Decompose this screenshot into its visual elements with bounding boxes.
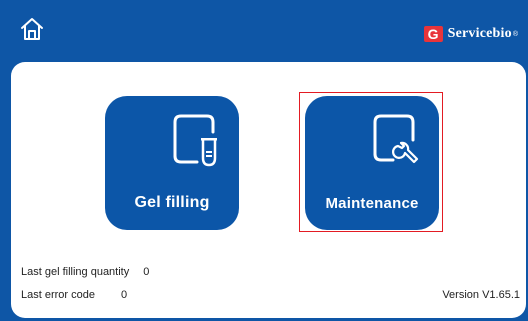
wrench-icon [373,114,419,164]
brand-logo: G Servicebio ® [423,23,518,45]
brand-mark: G [423,26,443,42]
last-gel-filling-value: 0 [143,266,150,278]
gel-filling-label: Gel filling [134,194,210,211]
maintenance-label: Maintenance [325,195,419,212]
top-bar: G Servicebio ® [0,0,528,58]
version-text: Version V1.65.1 [442,289,520,301]
last-gel-filling-label: Last gel filling quantity [21,266,130,278]
home-icon [21,18,43,40]
gel-filling-button[interactable]: Gel filling [105,96,239,230]
main-panel: Gel filling Maintenance Last gel filling… [11,62,526,318]
home-button[interactable] [18,15,46,43]
last-error-row: Last error code 0 [21,289,127,301]
last-error-label: Last error code [21,289,95,301]
gel-tube-icon [173,114,217,167]
last-error-value: 0 [120,289,128,301]
brand-name: Servicebio [447,26,512,41]
last-gel-filling-row: Last gel filling quantity 0 [21,266,149,278]
maintenance-button[interactable]: Maintenance [305,96,439,230]
brand-registered-mark: ® [512,30,518,38]
